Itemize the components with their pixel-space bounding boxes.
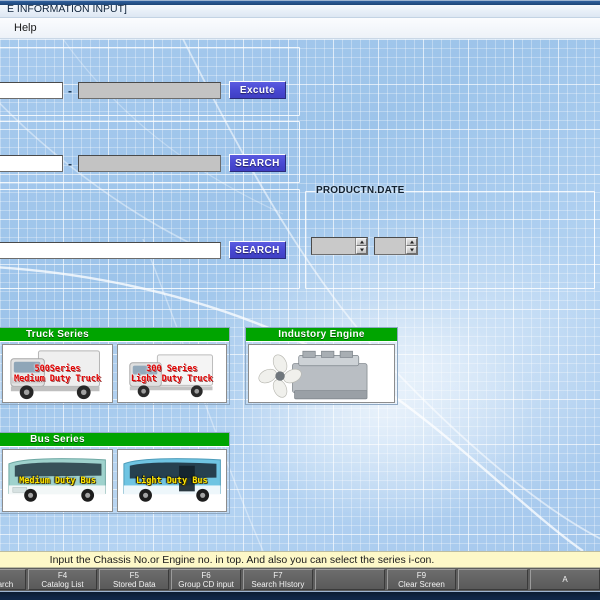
status-message: Input the Chassis No.or Engine no. in to… [49,553,435,566]
production-year-spin-buttons [355,238,367,254]
chassis-suffix-input[interactable] [78,82,221,99]
function-key-f9[interactable]: F9 Clear Screen [386,569,457,590]
client-area: - Excute - SEARCH SEARCH PRODUCTN.DATE T… [0,39,600,551]
function-key-label: Group CD input [178,579,234,589]
bus-series-panel: Bus Series Heavy Duty Bus [0,432,230,514]
truck-series-row: Series Heavy Duty Truck 500Series [0,342,229,405]
function-key-number: F5 [129,570,139,580]
industry-engine-image [258,350,368,400]
industry-engine-panel: Industory Engine [245,327,398,405]
function-key-f6[interactable]: F6 Group CD input [171,569,241,590]
spinner-up-icon[interactable] [356,238,367,246]
function-key-9[interactable]: A [530,569,600,590]
series-item-light-duty-bus[interactable]: Light Duty Bus [116,449,227,512]
production-year-value[interactable] [312,238,355,254]
function-key-label: A [562,575,568,584]
function-key-f5[interactable]: F5 Stored Data [99,569,170,590]
function-key-number: F4 [57,570,68,580]
chassis-prefix-input[interactable] [0,82,63,99]
function-key-f7[interactable]: F7 Search HIstory [242,569,313,590]
application-window: E INFORMATION INPUT] Help - Excute - SEA… [0,0,600,592]
function-key-number: F6 [201,570,211,580]
series-item-medium-duty-truck[interactable]: 500Series Medium Duty Truck [2,344,113,403]
spinner-up-icon[interactable] [406,238,417,246]
menu-item-help[interactable]: Help [7,20,44,36]
medium-duty-truck-image [10,350,101,400]
function-key-number: F7 [273,570,283,580]
function-key-6[interactable] [314,569,385,590]
group-model [0,189,300,289]
industry-engine-title: Industory Engine [246,328,397,342]
production-month-spin-buttons [405,238,417,254]
group-engine [0,121,300,183]
title-bar: E INFORMATION INPUT] [0,1,600,18]
spinner-down-icon[interactable] [406,246,417,254]
function-key-label: Catalog List [41,579,84,589]
function-key-f3[interactable]: F3 Multi-Search [0,569,26,590]
series-item-industry-engine[interactable] [248,344,395,403]
engine-suffix-input[interactable] [78,155,221,172]
execute-button[interactable]: Excute [229,81,286,99]
truck-series-panel: Truck Series Series Heavy Duty Truck [0,327,230,405]
model-code-input[interactable] [0,242,221,259]
production-month-spinner[interactable] [374,237,418,255]
production-year-spinner[interactable] [311,237,368,255]
production-month-value[interactable] [375,238,405,254]
bus-series-title: Bus Series [0,433,229,447]
medium-duty-bus-image [8,458,107,502]
group-production-date-label: PRODUCTN.DATE [316,185,405,196]
status-bar: Input the Chassis No.or Engine no. in to… [0,551,600,568]
search-model-button[interactable]: SEARCH [229,241,286,259]
light-duty-truck-image [128,354,213,398]
function-key-label: Stored Data [112,579,156,589]
light-duty-bus-image [123,458,221,502]
function-key-label: Search HIstory [251,579,305,589]
industry-engine-row [246,342,397,405]
series-item-medium-duty-bus[interactable]: Medium Duty Bus [2,449,113,512]
window-title: E INFORMATION INPUT] [7,3,127,15]
search-engine-button[interactable]: SEARCH [229,154,286,172]
truck-series-title: Truck Series [0,328,229,342]
function-key-label: Clear Screen [398,579,445,589]
function-key-bar: F3 Multi-Search F4 Catalog List F5 Store… [0,568,600,591]
chassis-separator: - [68,84,72,98]
function-key-8[interactable] [458,569,529,590]
function-key-number: F9 [416,570,427,580]
series-item-light-duty-truck[interactable]: 300 Series Light Duty Truck [116,344,227,403]
menu-bar: Help [0,18,600,39]
function-key-label: Multi-Search [0,579,14,589]
engine-separator: - [68,157,72,171]
screen: E INFORMATION INPUT] Help - Excute - SEA… [0,0,600,600]
function-key-f4[interactable]: F4 Catalog List [27,569,98,590]
bus-series-row: Heavy Duty Bus Medium Duty Bus [0,447,229,514]
spinner-down-icon[interactable] [356,246,367,254]
engine-prefix-input[interactable] [0,155,63,172]
